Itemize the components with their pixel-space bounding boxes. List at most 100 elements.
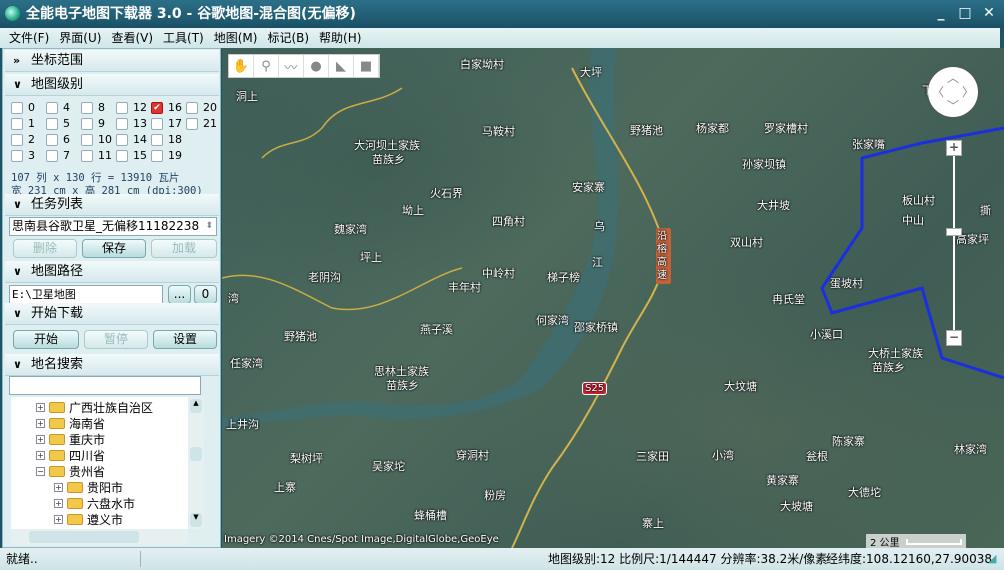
checkbox[interactable] [116,133,128,146]
tree-node[interactable]: + 六盘水市 [54,495,135,511]
start-button[interactable]: 开始 [13,330,79,349]
pan-right-icon[interactable]: 〉 [962,83,974,100]
pan-left-icon[interactable]: 〈 [932,83,944,100]
level-checkbox-15[interactable]: 15 [116,149,147,162]
checkbox[interactable] [81,117,93,130]
checkbox[interactable] [46,133,58,146]
save-button[interactable]: 保存 [82,239,146,258]
checkbox[interactable] [11,101,23,114]
checkbox[interactable] [151,117,163,130]
tree-node[interactable]: + 遵义市 [54,511,123,527]
level-checkbox-20[interactable]: 20 [186,101,217,114]
level-checkbox-1[interactable]: 1 [11,117,35,130]
tree-node[interactable]: − 贵州省 [36,463,105,479]
tree-node[interactable]: + 贵阳市 [54,479,123,495]
level-checkbox-11[interactable]: 11 [81,149,112,162]
checkbox[interactable] [81,101,93,114]
zoom-in-button[interactable]: + [946,140,962,156]
section-place-search[interactable]: ∨ 地名搜索 [5,354,219,376]
level-checkbox-21[interactable]: 21 [186,117,217,130]
rectangle-icon[interactable]: ■ [354,55,379,77]
pan-up-icon[interactable]: ︿ [947,69,959,86]
close-button[interactable]: ✕ [980,4,998,22]
level-checkbox-19[interactable]: 19 [151,149,182,162]
menu-item[interactable]: 标记(B) [262,28,314,48]
checkbox[interactable] [81,149,93,162]
checkbox[interactable] [116,117,128,130]
polyline-icon[interactable]: 〰 [279,55,304,77]
scroll-thumb[interactable] [190,447,202,461]
level-checkbox-2[interactable]: 2 [11,133,35,146]
level-checkbox-4[interactable]: 4 [46,101,70,114]
menu-item[interactable]: 帮助(H) [314,28,366,48]
menu-item[interactable]: 查看(V) [106,28,158,48]
task-select[interactable]: 思南县谷歌卫星_无偏移11182238 ⬍ [9,217,217,236]
load-button[interactable]: 加载 [151,239,217,258]
settings-button[interactable]: 设置 [153,330,217,349]
section-download[interactable]: ∨ 开始下载 [5,303,219,325]
checkbox[interactable] [11,149,23,162]
checkbox[interactable] [46,101,58,114]
maximize-button[interactable]: □ [956,4,974,22]
zoom-track[interactable] [953,150,955,335]
place-search-input[interactable] [9,376,201,395]
tree-node[interactable]: + 重庆市 [36,431,105,447]
expand-icon[interactable]: + [36,450,45,460]
polygon-icon[interactable]: ◣ [329,55,354,77]
tree-node[interactable]: + 四川省 [36,447,105,463]
scroll-down-icon[interactable]: ▼ [190,513,202,527]
marker-icon[interactable]: ⚲ [254,55,279,77]
level-checkbox-6[interactable]: 6 [46,133,70,146]
level-checkbox-5[interactable]: 5 [46,117,70,130]
zoom-slider-handle[interactable] [946,228,962,236]
checkbox[interactable] [11,117,23,130]
level-checkbox-17[interactable]: 17 [151,117,182,130]
pan-down-icon[interactable]: ﹀ [947,97,959,114]
level-checkbox-16[interactable]: ✔ 16 [151,101,182,114]
section-coord-range[interactable]: » 坐标范围 [5,50,219,72]
pause-button[interactable]: 暂停 [84,330,148,349]
scroll-up-icon[interactable]: ▲ [190,399,202,413]
menu-item[interactable]: 文件(F) [4,28,54,48]
zoom-out-button[interactable]: − [946,330,962,346]
delete-button[interactable]: 删除 [13,239,77,258]
section-task-list[interactable]: ∨ 任务列表 [5,194,219,216]
expand-icon[interactable]: + [36,434,45,444]
pan-control[interactable]: ︿ ﹀ 〈 〉 [928,67,978,117]
checkbox[interactable] [81,133,93,146]
menu-item[interactable]: 地图(M) [209,28,263,48]
level-checkbox-18[interactable]: 18 [151,133,182,146]
section-map-level[interactable]: ∨ 地图级别 [5,74,219,96]
checkbox[interactable] [186,101,198,114]
expand-icon[interactable]: + [54,498,63,508]
collapse-icon[interactable]: − [36,466,45,476]
resize-grip-icon[interactable]: ◢ [988,548,996,570]
section-map-path[interactable]: ∨ 地图路径 [5,261,219,283]
tree-node[interactable]: + 广西壮族自治区 [36,399,153,415]
expand-icon[interactable]: + [54,514,63,524]
menu-item[interactable]: 工具(T) [158,28,209,48]
open-folder-button[interactable]: 0 [194,285,217,304]
checkbox[interactable]: ✔ [151,101,163,114]
level-checkbox-9[interactable]: 9 [81,117,105,130]
tree-vertical-scrollbar[interactable]: ▲ ▼ [188,397,204,529]
checkbox[interactable] [46,149,58,162]
level-checkbox-8[interactable]: 8 [81,101,105,114]
minimize-button[interactable]: _ [932,4,950,22]
circle-icon[interactable]: ● [304,55,329,77]
level-checkbox-0[interactable]: 0 [11,101,35,114]
checkbox[interactable] [11,133,23,146]
level-checkbox-7[interactable]: 7 [46,149,70,162]
level-checkbox-14[interactable]: 14 [116,133,147,146]
level-checkbox-12[interactable]: 12 [116,101,147,114]
browse-button[interactable]: ... [168,285,191,304]
map-view[interactable]: 白家坳村 大坪 洞上 马鞍村 野猪池 杨家都 罗家槽村 张家嘴 大河坝土家族 苗族乡 孙家坝镇 安家寨… [222,48,1004,548]
expand-icon[interactable]: + [36,402,45,412]
expand-icon[interactable]: + [54,482,63,492]
checkbox[interactable] [116,149,128,162]
checkbox[interactable] [151,133,163,146]
checkbox[interactable] [116,101,128,114]
level-checkbox-13[interactable]: 13 [116,117,147,130]
h-scroll-thumb[interactable] [29,531,139,543]
hand-icon[interactable]: ✋ [229,55,254,77]
